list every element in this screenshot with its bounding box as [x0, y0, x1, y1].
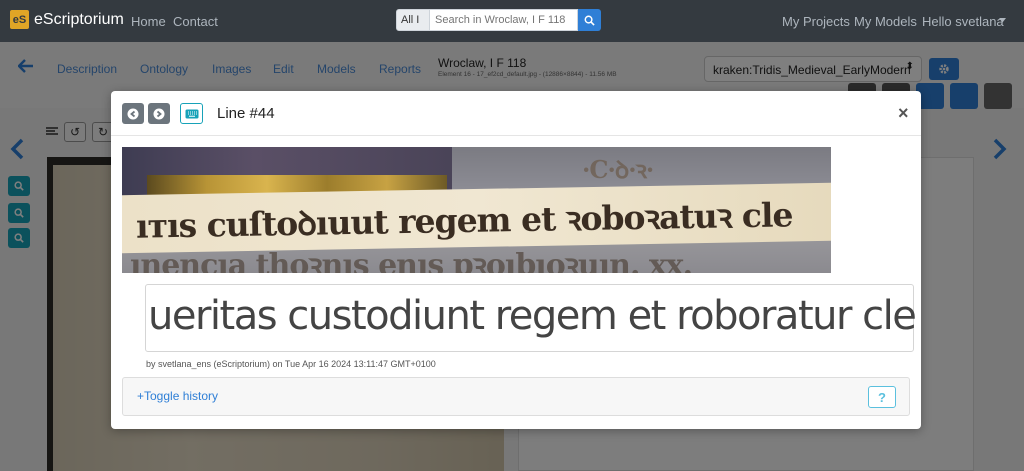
- transcription-text: ueritas custodiunt regem et roboratur cl…: [148, 293, 917, 339]
- modal-title: Line #44: [217, 105, 275, 122]
- brand-logo: eS: [10, 10, 29, 29]
- close-modal-button[interactable]: ×: [898, 103, 909, 124]
- line-modal: Line #44 × ·C·ꝺ·ꝛ· ıтıs cuſtoꝺıuut regem…: [111, 91, 921, 429]
- keyboard-icon: [185, 109, 198, 118]
- nav-user-menu[interactable]: Hello svetlana: [922, 14, 1004, 29]
- nav-contact-link[interactable]: Contact: [173, 14, 218, 29]
- transcription-input[interactable]: ueritas custodiunt regem et roboratur cl…: [145, 284, 917, 352]
- next-line-button[interactable]: [148, 103, 170, 124]
- lower-line-fragment: ınencıa thoꝛnıs enıs pꝛoıbıoꝛuın. xx.: [130, 248, 693, 273]
- search-scope-select[interactable]: All I: [396, 9, 430, 31]
- top-navbar: eS eScriptorium Home Contact All I My Pr…: [0, 0, 1024, 42]
- virtual-keyboard-button[interactable]: [180, 103, 203, 124]
- transcription-byline: by svetlana_ens (eScriptorium) on Tue Ap…: [146, 359, 436, 369]
- modal-header: Line #44 ×: [111, 91, 921, 136]
- search-input[interactable]: [430, 9, 578, 31]
- brand[interactable]: eS eScriptorium: [10, 10, 124, 29]
- search-bar: All I: [396, 9, 601, 31]
- line-image: ·C·ꝺ·ꝛ· ıтıs cuſtoꝺıuut regem et ꝛoboꝛat…: [122, 147, 831, 273]
- caret-down-icon: [999, 18, 1006, 23]
- brand-name: eScriptorium: [34, 10, 124, 28]
- help-button[interactable]: ?: [868, 386, 896, 408]
- history-panel: +Toggle history ?: [122, 377, 910, 416]
- search-button[interactable]: [578, 9, 601, 31]
- arrow-right-circle-icon: [153, 108, 165, 119]
- nav-my-projects[interactable]: My Projects: [782, 14, 850, 29]
- toggle-history-link[interactable]: +Toggle history: [137, 389, 218, 403]
- previous-line-button[interactable]: [122, 103, 144, 124]
- nav-home-link[interactable]: Home: [131, 14, 166, 29]
- arrow-left-circle-icon: [127, 108, 139, 119]
- nav-my-models[interactable]: My Models: [854, 14, 917, 29]
- upper-line-fragment: ·C·ꝺ·ꝛ·: [582, 155, 654, 184]
- search-icon: [584, 15, 595, 26]
